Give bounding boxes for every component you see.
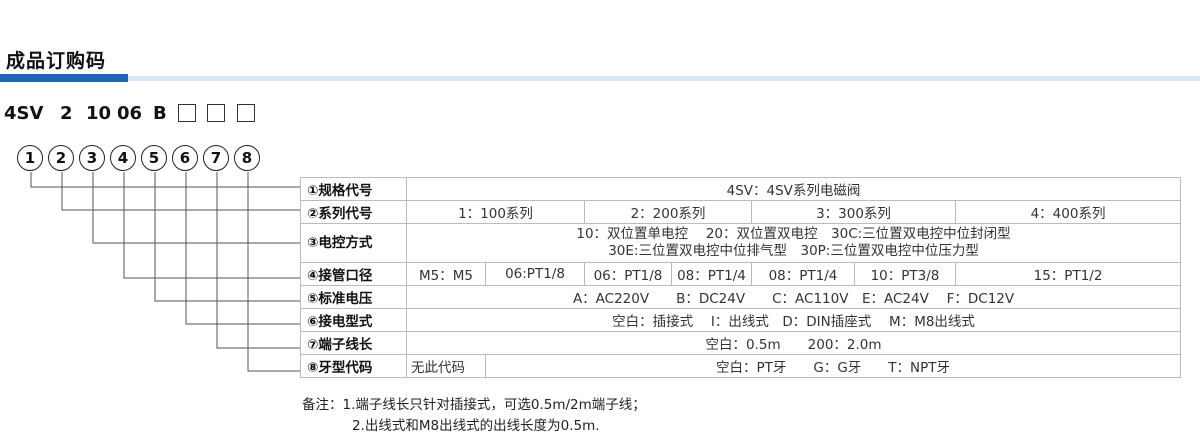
table-cell: 4：400系列 [954, 200, 1182, 224]
row-label: ③电控方式 [300, 223, 407, 263]
marker-4: 4 [110, 145, 136, 171]
row-label: ⑦端子线长 [300, 331, 407, 355]
table-row: ③电控方式 10：双位置单电控 20：双位置双电控 30C:三位置双电控中位封闭… [300, 223, 1182, 263]
note-line-2: 2.出线式和M8出线式的出线长度为0.5m. [352, 418, 600, 434]
table-row: ②系列代号 1：100系列 2：200系列 3：300系列 4：400系列 [300, 200, 1182, 224]
table-cell: 4SV：4SV系列电磁阀 [405, 177, 1182, 201]
table-row: ①规格代号 4SV：4SV系列电磁阀 [300, 177, 1182, 201]
table-row: ⑤标准电压 A：AC220V B：DC24V C：AC110V E：AC24V … [300, 285, 1182, 309]
table-cell: 06:PT1/8 [485, 262, 585, 286]
table-cell: M5：M5 [406, 262, 486, 286]
table-cell: 10：PT3/8 [854, 262, 956, 286]
table-cell: 空白：PT牙 G：G牙 T：NPT牙 [484, 354, 1182, 378]
row-label: ⑧牙型代码 [300, 354, 407, 378]
row-label: ②系列代号 [300, 200, 407, 224]
marker-1: 1 [17, 145, 43, 171]
table-cell: 15：PT1/2 [954, 262, 1182, 286]
marker-5: 5 [141, 145, 167, 171]
table-cell: 08：PT1/4 [751, 262, 855, 286]
table-cell: 3：300系列 [751, 200, 956, 224]
table-cell: 空白：0.5m 200：2.0m [405, 331, 1182, 355]
table-cell: 10：双位置单电控 20：双位置双电控 30C:三位置双电控中位封闭型 30E:… [405, 223, 1182, 263]
table-cell: 08：PT1/4 [671, 262, 752, 286]
table-cell: A：AC220V B：DC24V C：AC110V E：AC24V F：DC12… [405, 285, 1182, 309]
table-row: ⑧牙型代码 无此代码 空白：PT牙 G：G牙 T：NPT牙 [300, 354, 1182, 378]
marker-3: 3 [79, 145, 105, 171]
note-line-1: 备注：1.端子线长只针对插接式，可选0.5m/2m端子线； [302, 397, 646, 413]
table-row: ⑦端子线长 空白：0.5m 200：2.0m [300, 331, 1182, 355]
table-cell: 无此代码 [406, 354, 486, 378]
cell-line: 30E:三位置双电控中位排气型 30P:三位置双电控中位压力型 [608, 243, 979, 259]
table-cell: 06：PT1/8 [584, 262, 672, 286]
marker-8: 8 [234, 145, 260, 171]
table-row: ④接管口径 M5：M5 06:PT1/8 06：PT1/8 08：PT1/4 0… [300, 262, 1182, 286]
table-row: ⑥接电型式 空白：插接式 I：出线式 D：DIN插座式 M：M8出线式 [300, 308, 1182, 332]
row-label: ④接管口径 [300, 262, 407, 286]
table-cell: 1：100系列 [406, 200, 585, 224]
marker-2: 2 [48, 145, 74, 171]
cell-line: 10：双位置单电控 20：双位置双电控 30C:三位置双电控中位封闭型 [576, 226, 1011, 242]
marker-7: 7 [203, 145, 229, 171]
marker-6: 6 [172, 145, 198, 171]
row-label: ⑤标准电压 [300, 285, 407, 309]
row-label: ①规格代号 [300, 177, 407, 201]
table-cell: 空白：插接式 I：出线式 D：DIN插座式 M：M8出线式 [405, 308, 1182, 332]
ordering-spec-table: ①规格代号 4SV：4SV系列电磁阀 ②系列代号 1：100系列 2：200系列… [300, 177, 1182, 378]
row-label: ⑥接电型式 [300, 308, 407, 332]
table-cell: 2：200系列 [584, 200, 752, 224]
